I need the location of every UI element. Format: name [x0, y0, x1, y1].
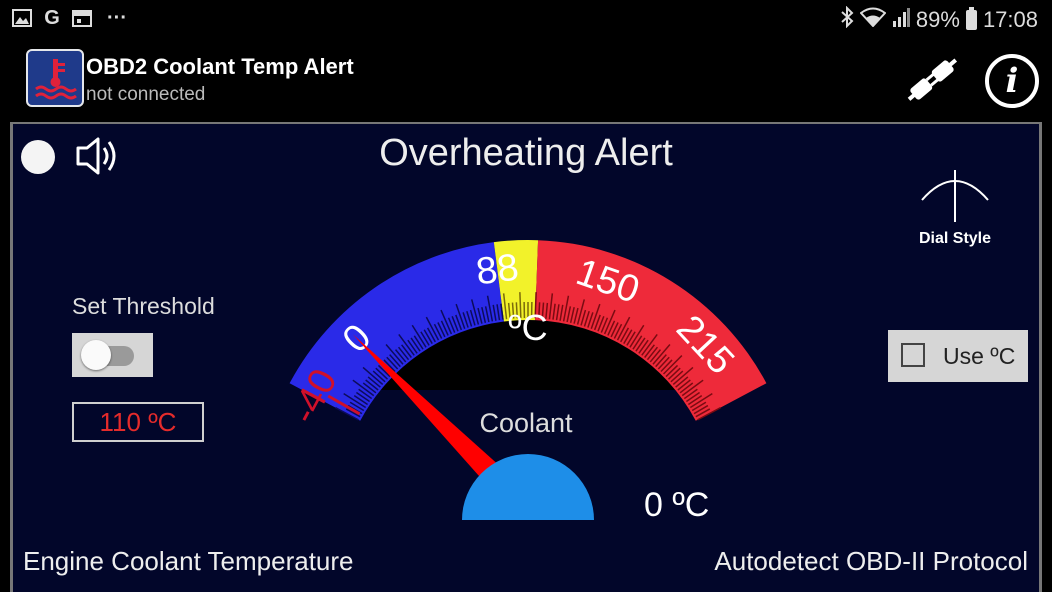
image-icon [12, 8, 32, 28]
calendar-icon [72, 8, 92, 28]
set-threshold-label: Set Threshold [72, 293, 215, 319]
app-title: OBD2 Coolant Temp Alert [86, 54, 354, 79]
gauge-coolant-label: Coolant [479, 408, 573, 438]
threshold-toggle[interactable] [72, 333, 153, 377]
use-celsius-checkbox[interactable]: Use ºC [888, 330, 1028, 382]
connection-status: not connected [86, 84, 206, 105]
checkbox-box [901, 343, 925, 367]
footer-protocol-label: Autodetect OBD-II Protocol [714, 546, 1028, 576]
dial-style-icon [921, 170, 989, 222]
info-icon[interactable]: i [985, 54, 1039, 108]
battery-percent: 89% [915, 7, 960, 32]
gauge-tick-label: 88 [474, 246, 521, 293]
dial-style-label: Dial Style [918, 230, 992, 247]
threshold-value-field[interactable]: 110 ºC [72, 402, 204, 442]
app-logo-icon [26, 49, 84, 107]
bluetooth-icon [840, 5, 854, 34]
temperature-readout: 0 ºC [644, 486, 710, 524]
more-icon: ··· [107, 6, 127, 29]
clock: 17:08 [982, 7, 1038, 32]
app-bar: OBD2 Coolant Temp Alert not connected i [0, 40, 1052, 118]
dial-style-button[interactable]: Dial Style [910, 162, 1000, 252]
connect-plug-icon[interactable] [902, 52, 962, 108]
signal-icon [892, 7, 910, 33]
footer-engine-label: Engine Coolant Temperature [23, 546, 354, 576]
coolant-gauge: -40088 150215ºCCoolant [283, 240, 767, 520]
use-celsius-label: Use ºC [943, 343, 1016, 369]
toggle-knob [81, 340, 111, 370]
google-icon: G [44, 6, 60, 29]
gauge-unit-label: ºC [508, 307, 547, 348]
wifi-icon [859, 7, 887, 33]
battery-icon [965, 7, 977, 30]
status-bar: G ··· 89% 17:08 [0, 0, 1052, 40]
panel-title: Overheating Alert [379, 132, 673, 174]
